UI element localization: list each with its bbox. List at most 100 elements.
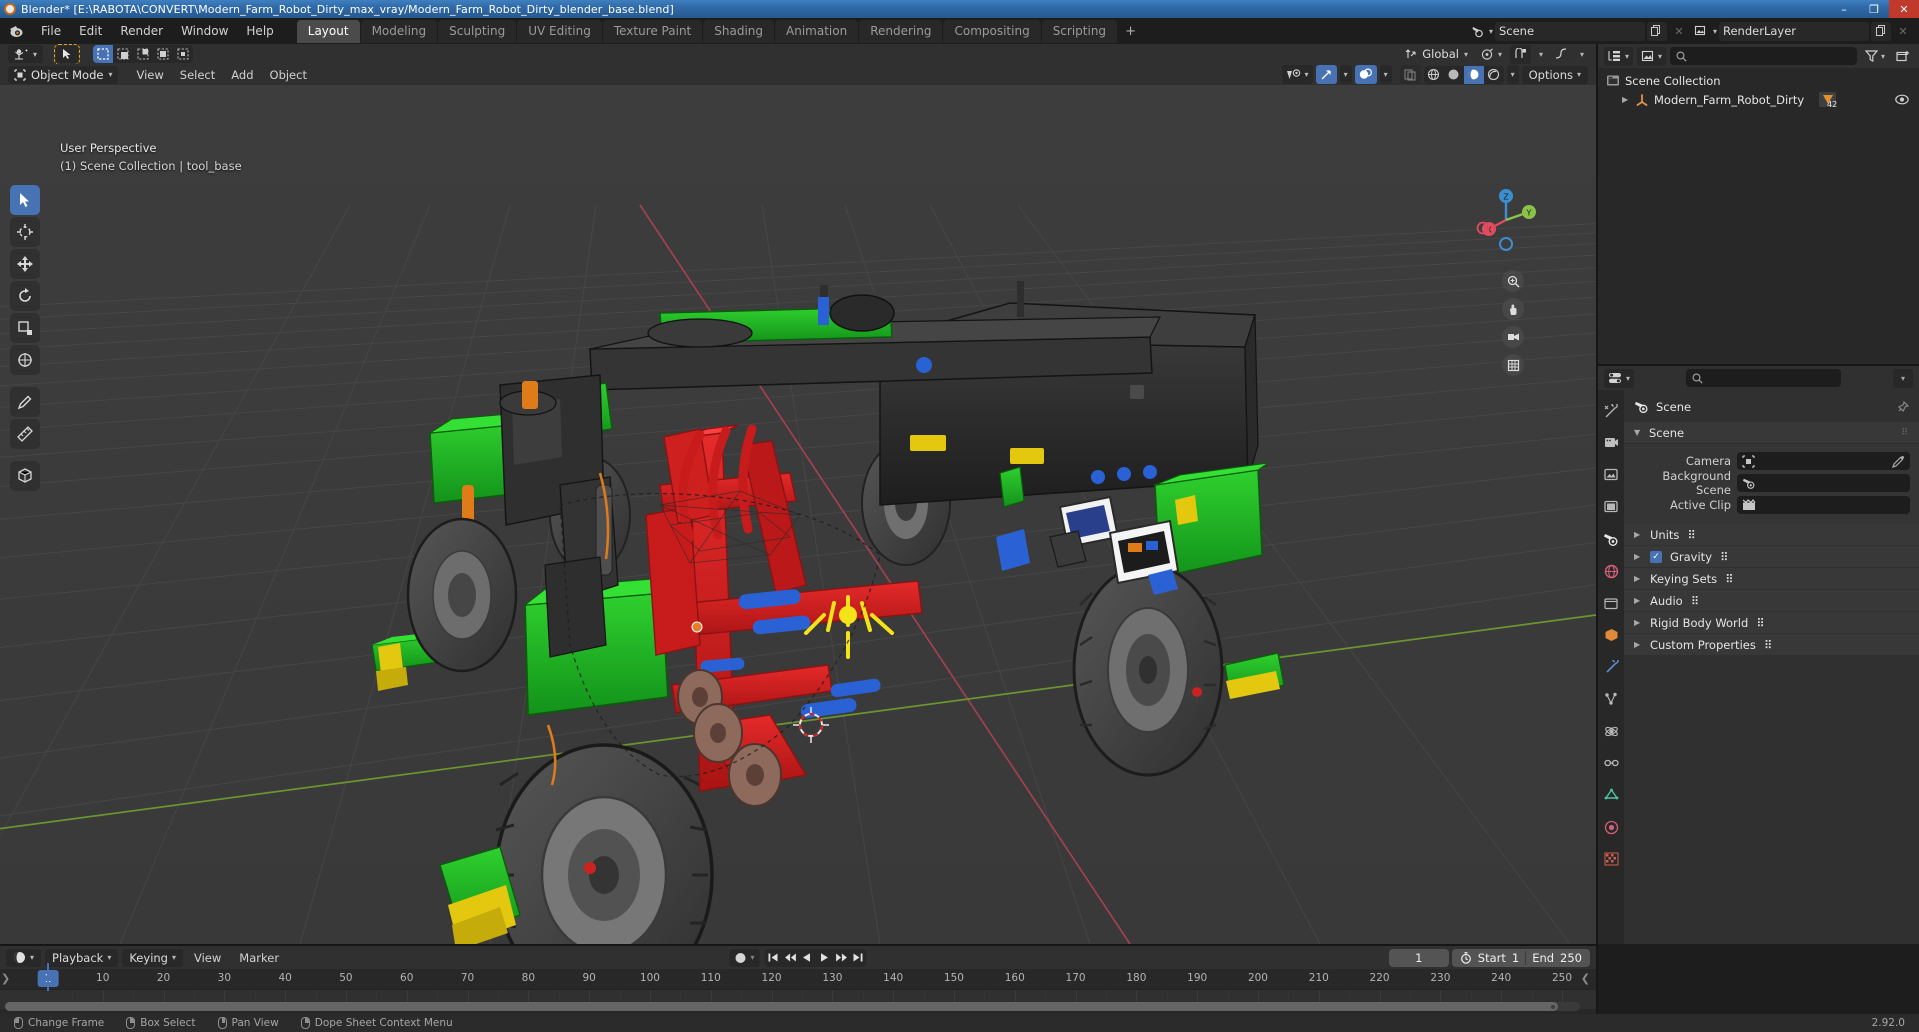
visibility-eye-icon[interactable] [1895, 94, 1909, 105]
previous-keyframe-button[interactable] [782, 949, 799, 967]
overlays-toggle[interactable] [1354, 65, 1377, 84]
shading-wireframe-button[interactable] [1424, 66, 1444, 84]
tab-texture-icon[interactable] [1602, 850, 1620, 868]
vertical-divider[interactable] [1596, 44, 1598, 1014]
use-preview-range-icon[interactable] [1460, 951, 1472, 964]
panel-header-scene[interactable]: ▼ Scene ⠿ [1624, 422, 1919, 443]
tool-transform[interactable] [10, 345, 40, 375]
pin-icon[interactable] [1896, 400, 1909, 414]
play-button[interactable] [816, 949, 833, 967]
panel-drag-dots-icon[interactable]: ⠿ [1764, 638, 1772, 652]
view-layer-dropdown-chevron-icon[interactable]: ▾ [1713, 27, 1717, 36]
viewport-canvas[interactable]: User Perspective (1) Scene Collection | … [0, 85, 1596, 944]
gizmo-toggle[interactable] [1315, 65, 1337, 84]
tab-output-icon[interactable] [1602, 466, 1620, 484]
gizmo-options-dropdown[interactable]: ▾ [1339, 65, 1352, 84]
menu-file[interactable]: File [32, 21, 70, 41]
auto-keying-toggle[interactable]: ▾ [729, 948, 760, 967]
jump-to-start-button[interactable] [765, 949, 782, 967]
timeline-editor-type-selector[interactable]: ▾ [6, 948, 42, 967]
close-button[interactable]: ✕ [1889, 0, 1919, 18]
select-box-button[interactable] [93, 45, 114, 63]
new-view-layer-button[interactable] [1871, 21, 1891, 41]
properties-tab-column[interactable] [1598, 390, 1624, 944]
outliner-editor-type-selector[interactable]: ▾ [1604, 46, 1634, 66]
xray-toggle[interactable] [1399, 65, 1421, 84]
workspace-tab-rendering[interactable]: Rendering [859, 19, 943, 43]
workspace-tab-sculpting[interactable]: Sculpting [438, 19, 517, 43]
properties-search-input[interactable] [1686, 369, 1841, 387]
outliner-filter-button[interactable]: ▾ [1861, 47, 1889, 66]
viewport-3d[interactable]: ▾ Global ▾ ▾ ▾ ▾ Object Mode ▾ View Sele… [0, 44, 1596, 944]
workspace-tab-scripting[interactable]: Scripting [1041, 19, 1118, 43]
outliner-properties-divider[interactable] [1598, 364, 1919, 366]
background-scene-field[interactable] [1737, 474, 1910, 492]
camera-field[interactable] [1737, 452, 1910, 470]
panel-header-custom-properties[interactable]: ▶ Custom Properties ⠿ [1624, 634, 1919, 655]
prop-row-camera[interactable]: Camera [1633, 451, 1910, 471]
panel-disclosure-triangle-icon[interactable]: ▶ [1634, 530, 1642, 539]
tab-particles-icon[interactable] [1602, 690, 1620, 708]
minimize-button[interactable]: – [1829, 0, 1859, 18]
shading-material-preview-button[interactable] [1463, 65, 1484, 84]
frame-range-field[interactable]: Start 1 End 250 [1451, 948, 1590, 967]
end-frame-value[interactable]: 250 [1560, 951, 1582, 965]
tab-view-layer-icon[interactable] [1602, 498, 1620, 516]
playback-menu[interactable]: Playback ▾ [45, 948, 119, 967]
panel-header-keying-sets[interactable]: ▶ Keying Sets ⠿ [1624, 568, 1919, 589]
tab-tool-icon[interactable] [1602, 402, 1620, 420]
panel-enable-checkbox[interactable]: ✓ [1650, 550, 1662, 563]
add-workspace-button[interactable]: + [1117, 21, 1144, 42]
pan-hand-icon[interactable] [1502, 298, 1524, 320]
editor-type-selector[interactable]: ▾ [8, 45, 44, 63]
transform-orientation-selector[interactable]: Global ▾ [1401, 45, 1472, 64]
viewport-navigation-gizmo[interactable]: Z Y X [1471, 185, 1541, 255]
panel-drag-dots-icon[interactable]: ⠿ [1756, 616, 1764, 630]
scene-dropdown-chevron-icon[interactable]: ▾ [1489, 27, 1493, 36]
active-clip-field[interactable] [1737, 496, 1910, 514]
timeline-playhead-line[interactable] [47, 963, 49, 991]
remove-view-layer-button[interactable]: ✕ [1893, 22, 1913, 41]
properties-content[interactable]: Scene ▼ Scene ⠿ Camera Background Scene … [1624, 390, 1919, 944]
snap-options-dropdown[interactable]: ▾ [1535, 45, 1547, 64]
view-layer-name-field[interactable]: RenderLayer [1719, 21, 1869, 41]
tool-cursor[interactable] [10, 217, 40, 247]
properties-options-dropdown[interactable]: ▾ [1892, 368, 1913, 388]
tab-scene-icon[interactable] [1602, 530, 1620, 548]
current-frame-field[interactable]: 1 [1388, 948, 1449, 967]
viewport-menu-object[interactable]: Object [262, 66, 315, 84]
tab-collection-icon[interactable] [1602, 594, 1620, 612]
tool-rotate[interactable] [10, 281, 40, 311]
outliner-row-0[interactable]: Scene Collection [1598, 71, 1919, 90]
viewport-options-button[interactable]: Options ▾ [1521, 65, 1588, 84]
panel-header-units[interactable]: ▶ Units ⠿ [1624, 524, 1919, 545]
workspace-tab-compositing[interactable]: Compositing [943, 19, 1041, 43]
panel-header-gravity[interactable]: ▶ ✓ Gravity ⠿ [1624, 546, 1919, 567]
play-reverse-button[interactable] [799, 949, 816, 967]
properties-editor[interactable]: ▾ ▾ Scene ▼ Scene ⠿ Camera Background Sc… [1598, 366, 1919, 944]
tool-annotate[interactable] [10, 387, 40, 417]
blender-logo-icon[interactable] [6, 21, 26, 41]
outliner-editor[interactable]: ▾ ▾ ▾ Scene Collection ▶ Modern_Farm_Rob… [1598, 44, 1919, 364]
zoom-icon[interactable] [1502, 270, 1524, 292]
select-subtract-button[interactable] [133, 45, 153, 63]
jump-to-end-button[interactable] [850, 949, 867, 967]
camera-view-icon[interactable] [1502, 326, 1524, 348]
workspace-tab-layout[interactable]: Layout [296, 19, 360, 43]
keying-menu[interactable]: Keying ▾ [122, 948, 183, 967]
scene-name-field[interactable]: Scene [1494, 21, 1645, 41]
select-intersect-button[interactable] [153, 45, 173, 63]
tab-material-icon[interactable] [1602, 818, 1620, 836]
timeline-editor[interactable]: ▾ Playback ▾ Keying ▾ View Marker ▾ 1 St… [0, 946, 1596, 1014]
workspace-tab-texture-paint[interactable]: Texture Paint [602, 19, 703, 43]
tab-object-icon[interactable] [1602, 626, 1620, 644]
tool-measure[interactable] [10, 419, 40, 449]
menu-render[interactable]: Render [111, 21, 172, 41]
panel-drag-dots-icon[interactable]: ⠿ [1720, 550, 1728, 564]
select-difference-button[interactable] [173, 45, 193, 63]
properties-editor-type-selector[interactable]: ▾ [1604, 368, 1635, 388]
tab-data-icon[interactable] [1602, 786, 1620, 804]
object-mode-selector[interactable]: Object Mode ▾ [8, 65, 119, 84]
viewport-timeline-divider[interactable] [0, 944, 1596, 946]
tweak-tool-button[interactable] [54, 44, 81, 65]
